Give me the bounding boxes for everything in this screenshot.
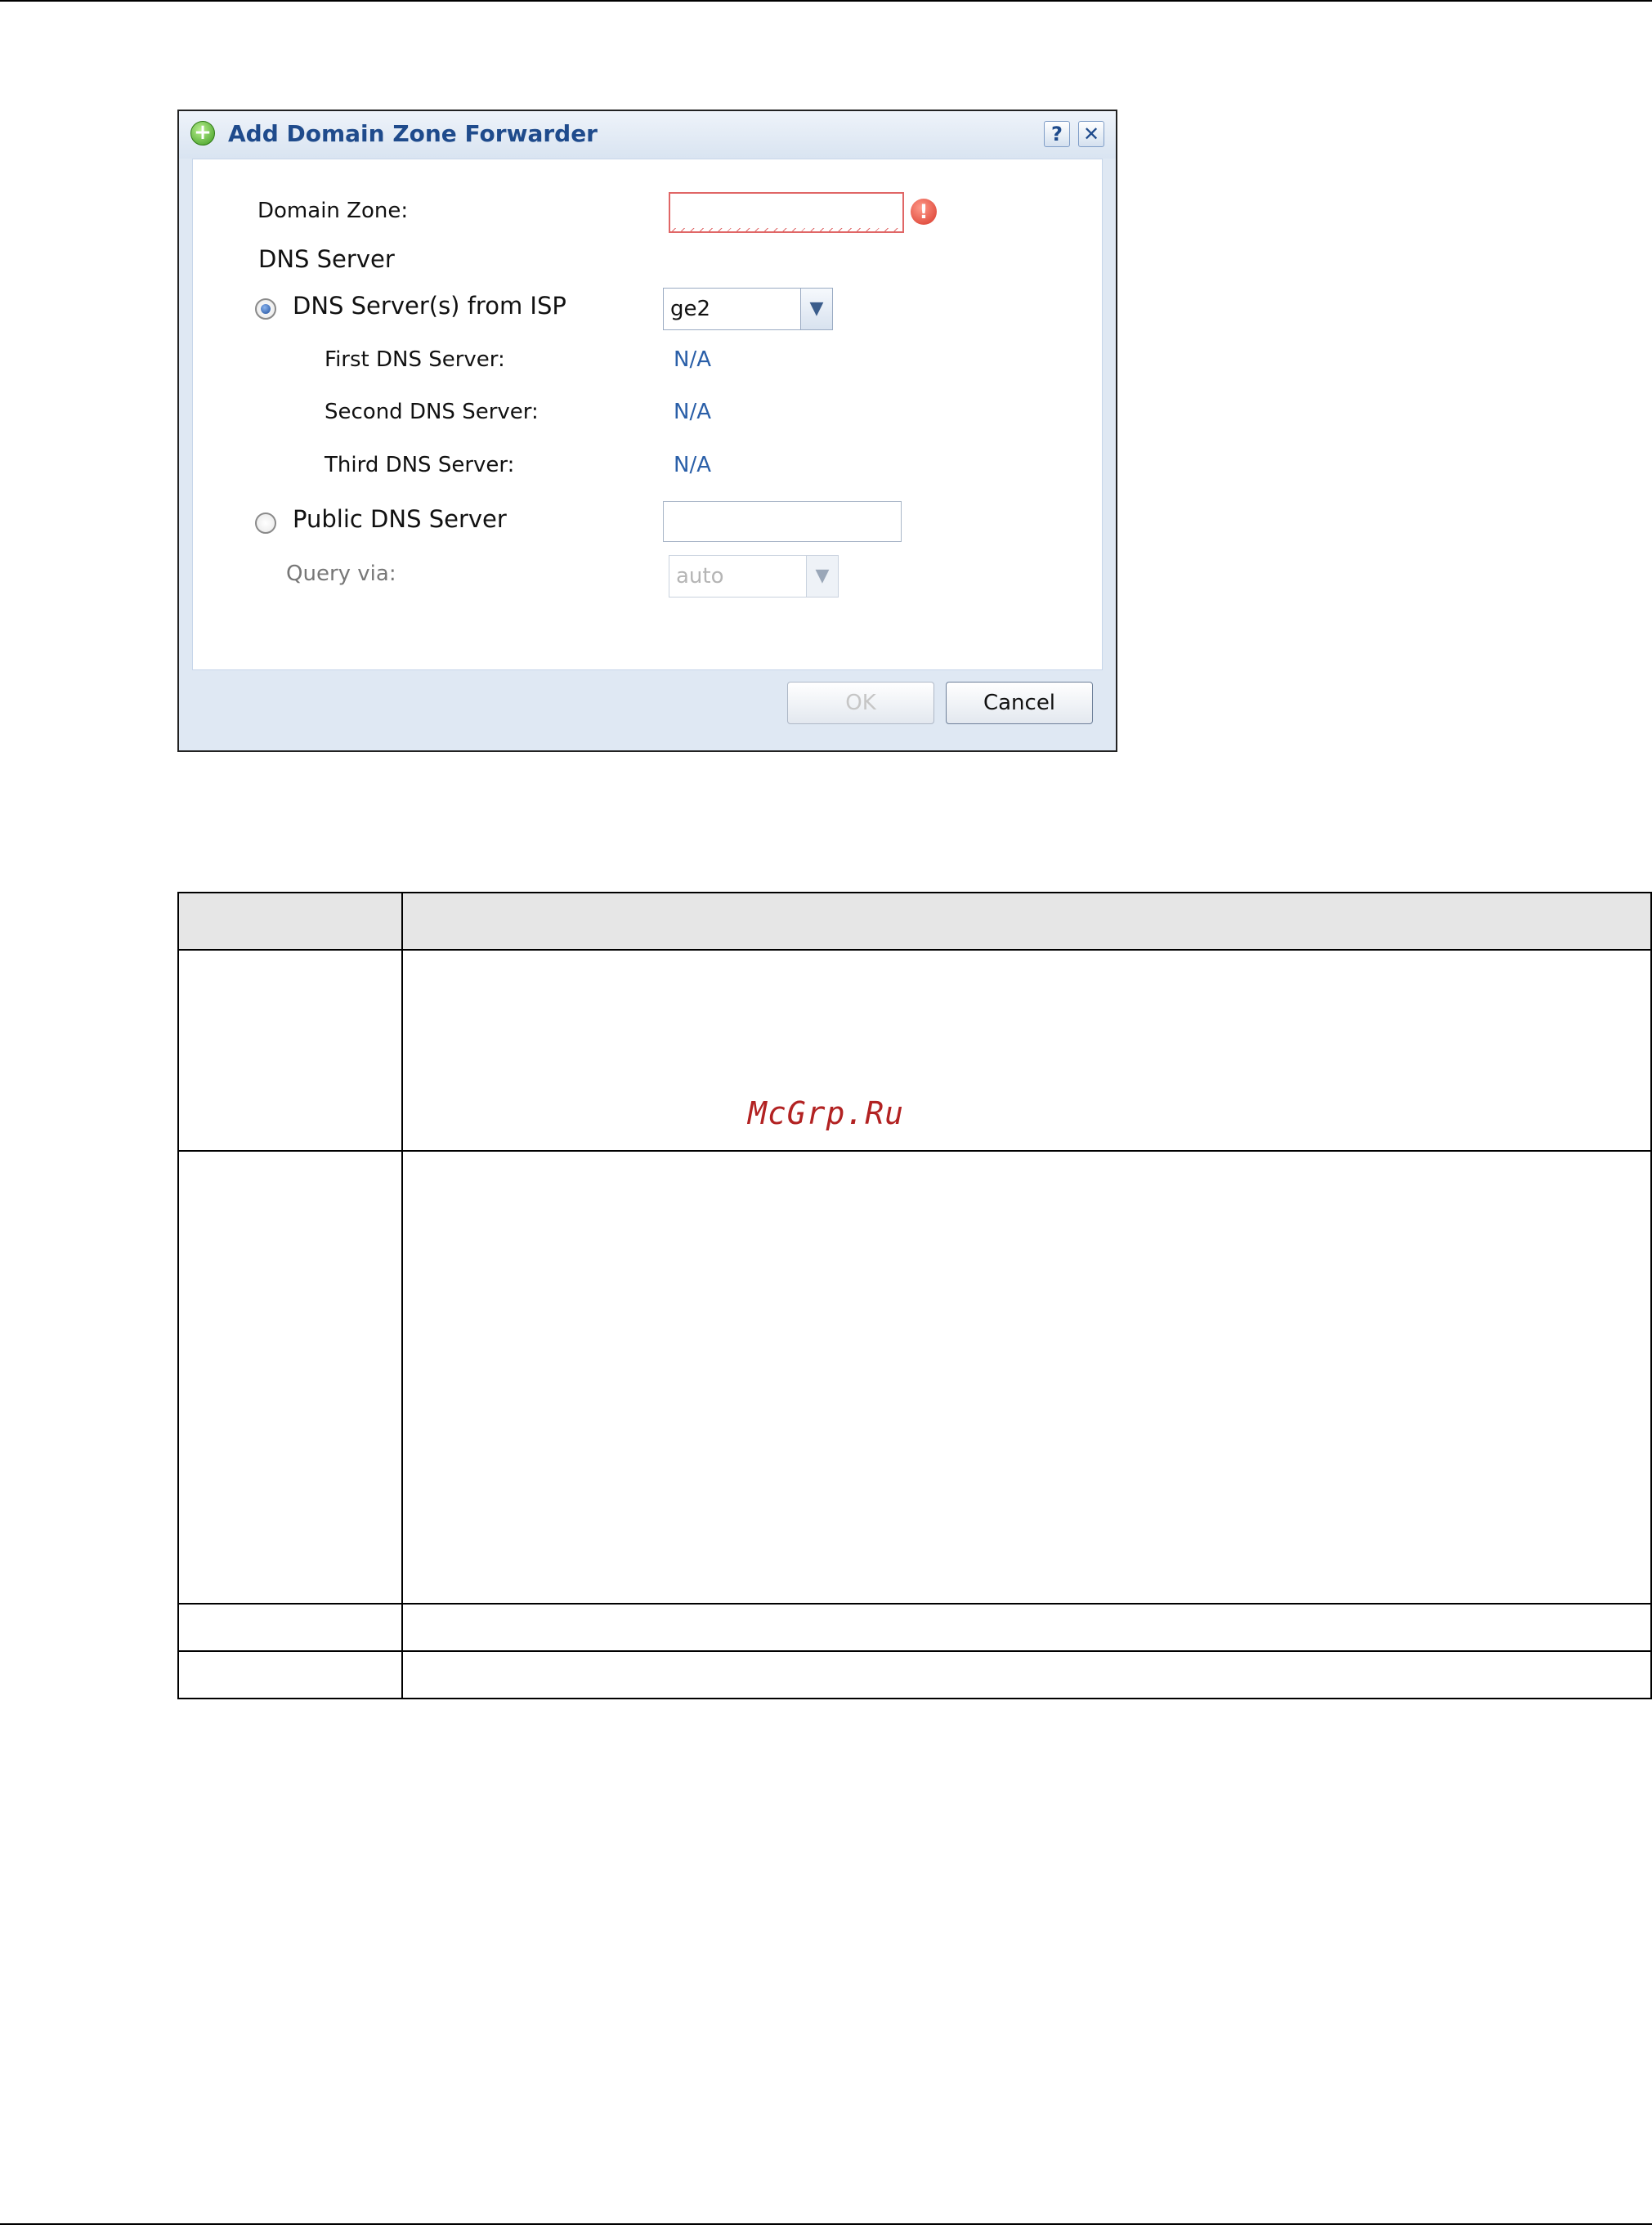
table-cell <box>177 949 403 1152</box>
isp-dns-radio[interactable] <box>255 298 276 320</box>
table-cell <box>401 1650 1652 1699</box>
isp-interface-select[interactable]: ge2 ▼ <box>663 288 833 330</box>
dialog-title: Add Domain Zone Forwarder <box>228 120 598 147</box>
dialog-titlebar: + Add Domain Zone Forwarder ? ✕ <box>179 111 1116 159</box>
chevron-down-icon[interactable]: ▼ <box>800 289 832 329</box>
dns-server-heading: DNS Server <box>258 245 395 273</box>
chevron-down-icon[interactable]: ▼ <box>806 556 838 597</box>
query-via-select[interactable]: auto ▼ <box>669 555 839 598</box>
third-dns-value: N/A <box>674 453 711 477</box>
close-icon[interactable]: ✕ <box>1078 121 1104 147</box>
table-cell <box>177 1650 403 1699</box>
query-via-value: auto <box>676 564 724 589</box>
first-dns-value: N/A <box>674 347 711 372</box>
first-dns-label: First DNS Server: <box>325 347 505 372</box>
table-header-row <box>177 892 1652 951</box>
public-dns-input[interactable] <box>663 501 902 542</box>
second-dns-label: Second DNS Server: <box>325 400 539 424</box>
error-icon: ! <box>911 199 937 225</box>
table-header-cell <box>401 892 1652 951</box>
query-via-label: Query via: <box>286 562 396 586</box>
table-cell <box>177 1603 403 1652</box>
table-row <box>177 1603 1652 1652</box>
third-dns-label: Third DNS Server: <box>325 453 515 477</box>
dialog-body: Domain Zone: ! DNS Server DNS Server(s) … <box>192 159 1103 670</box>
table-row <box>177 949 1652 1152</box>
table-cell <box>401 1150 1652 1605</box>
public-dns-radio[interactable] <box>255 512 276 534</box>
isp-interface-value: ge2 <box>670 297 711 321</box>
public-dns-label: Public DNS Server <box>293 505 507 533</box>
cancel-button[interactable]: Cancel <box>946 682 1093 724</box>
add-icon: + <box>190 121 215 145</box>
second-dns-value: N/A <box>674 400 711 424</box>
table-cell <box>177 1150 403 1605</box>
page-bottom-rule <box>0 2223 1652 2225</box>
table-row <box>177 1650 1652 1699</box>
domain-zone-input[interactable] <box>669 192 904 233</box>
field-description-table <box>177 892 1652 1699</box>
isp-dns-label: DNS Server(s) from ISP <box>293 292 566 320</box>
table-header-cell <box>177 892 403 951</box>
ok-button[interactable]: OK <box>787 682 934 724</box>
add-domain-zone-forwarder-dialog: + Add Domain Zone Forwarder ? ✕ Domain Z… <box>177 110 1117 752</box>
domain-zone-label: Domain Zone: <box>257 199 409 223</box>
table-cell <box>401 1603 1652 1652</box>
page-top-rule <box>0 0 1652 2</box>
table-row <box>177 1150 1652 1605</box>
help-icon[interactable]: ? <box>1044 121 1070 147</box>
table-cell <box>401 949 1652 1152</box>
watermark: McGrp.Ru <box>748 1095 905 1131</box>
